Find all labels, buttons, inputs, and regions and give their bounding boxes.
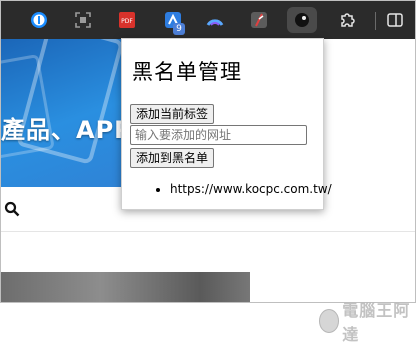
extensions-puzzle-icon[interactable] bbox=[335, 8, 359, 32]
extension-badge: 9 bbox=[173, 23, 185, 35]
add-to-blacklist-button[interactable]: 添加到黑名单 bbox=[130, 148, 215, 168]
browser-toolbar: PDF 9 bbox=[1, 1, 415, 40]
side-panel-icon[interactable] bbox=[383, 8, 407, 32]
arc-extension-icon[interactable] bbox=[203, 8, 227, 32]
watermark-text: 電腦王阿達 bbox=[342, 301, 411, 344]
toolbar-divider bbox=[375, 12, 376, 30]
pdf-icon[interactable]: PDF bbox=[115, 8, 139, 32]
blacklist-list: https://www.kocpc.com.tw/ bbox=[170, 182, 332, 196]
hero-banner: 產品、APP bbox=[1, 39, 126, 187]
list-item: https://www.kocpc.com.tw/ bbox=[170, 182, 332, 196]
onepassword-icon[interactable] bbox=[27, 8, 51, 32]
screenshot-icon[interactable] bbox=[71, 8, 95, 32]
hero-text: 產品、APP bbox=[1, 116, 126, 144]
watermark: 電腦王阿達 bbox=[319, 301, 413, 344]
popup-title: 黑名单管理 bbox=[132, 60, 242, 84]
blacklist-extension-icon[interactable] bbox=[287, 7, 317, 33]
blacklist-popup: 黑名单管理 添加当前标签 添加到黑名单 https://www.kocpc.co… bbox=[121, 38, 332, 210]
add-current-tab-button[interactable]: 添加当前标签 bbox=[130, 104, 215, 124]
url-input[interactable] bbox=[130, 125, 307, 145]
feather-extension-icon[interactable] bbox=[247, 8, 271, 32]
svg-text:PDF: PDF bbox=[121, 18, 133, 25]
search-icon[interactable] bbox=[4, 201, 20, 217]
article-image[interactable] bbox=[1, 272, 250, 302]
watermark-logo-icon bbox=[319, 309, 340, 333]
